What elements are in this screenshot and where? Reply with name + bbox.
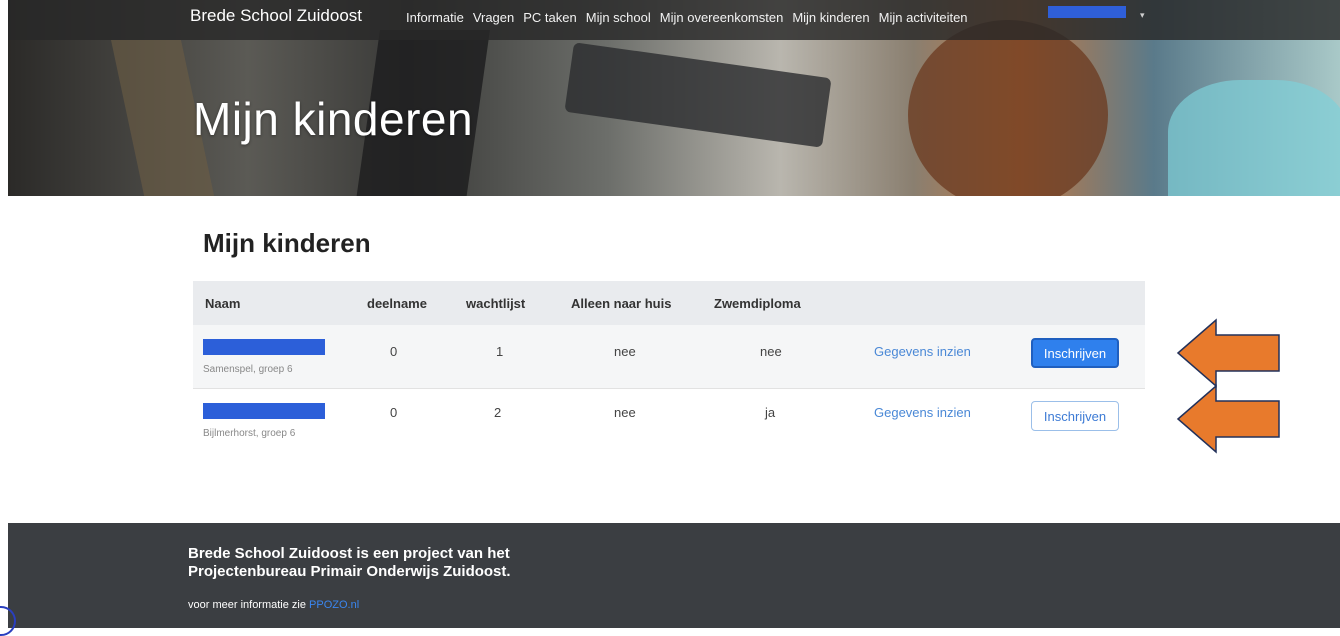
hero-image-shape xyxy=(1168,80,1340,196)
nav-pc-taken[interactable]: PC taken xyxy=(523,10,576,25)
cell-alleen-naar-huis: nee xyxy=(614,405,636,420)
child-group: Bijlmerhorst, groep 6 xyxy=(203,428,296,439)
cell-wachtlijst: 1 xyxy=(496,344,504,359)
cell-zwemdiploma: ja xyxy=(765,405,776,420)
column-header-wachtlijst: wachtlijst xyxy=(466,296,526,311)
column-header-naam: Naam xyxy=(205,296,241,311)
cell-deelname: 0 xyxy=(390,344,398,359)
nav-mijn-kinderen[interactable]: Mijn kinderen xyxy=(792,10,869,25)
arrow-left-icon xyxy=(1176,384,1280,454)
ppozo-link[interactable]: PPOZO.nl xyxy=(309,599,359,611)
enroll-button[interactable]: Inschrijven xyxy=(1031,338,1119,368)
child-name-redacted xyxy=(203,403,325,419)
nav-informatie[interactable]: Informatie xyxy=(406,10,464,25)
footer-info: voor meer informatie zie PPOZO.nl xyxy=(188,599,359,611)
top-navbar: Brede School Zuidoost Informatie Vragen … xyxy=(8,0,1340,40)
footer: Brede School Zuidoost is een project van… xyxy=(8,523,1340,628)
cell-zwemdiploma: nee xyxy=(760,344,782,359)
footer-line: Projectenbureau Primair Onderwijs Zuidoo… xyxy=(188,563,511,580)
cell-deelname: 0 xyxy=(390,405,398,420)
table-row: Bijlmerhorst, groep 6 0 2 nee ja Gegeven… xyxy=(193,389,1145,452)
column-header-zwemdiploma: Zwemdiploma xyxy=(714,296,801,311)
hero-title: Mijn kinderen xyxy=(193,93,474,145)
column-header-alleen-naar-huis: Alleen naar huis xyxy=(571,296,672,311)
arrow-left-icon xyxy=(1176,318,1280,388)
user-menu-redacted[interactable] xyxy=(1048,6,1126,18)
cell-alleen-naar-huis: nee xyxy=(614,344,636,359)
table-header: Naam deelname wachtlijst Alleen naar hui… xyxy=(193,281,1145,325)
nav-vragen[interactable]: Vragen xyxy=(473,10,514,25)
enroll-button[interactable]: Inschrijven xyxy=(1031,401,1119,431)
nav-links: Informatie Vragen PC taken Mijn school M… xyxy=(406,10,968,25)
children-table: Naam deelname wachtlijst Alleen naar hui… xyxy=(193,281,1145,452)
page-title: Mijn kinderen xyxy=(203,228,371,258)
view-details-link[interactable]: Gegevens inzien xyxy=(874,405,971,420)
footer-info-text: voor meer informatie zie xyxy=(188,599,310,611)
child-name-redacted xyxy=(203,339,325,355)
footer-line: Brede School Zuidoost is een project van… xyxy=(188,545,510,562)
view-details-link[interactable]: Gegevens inzien xyxy=(874,344,971,359)
footer-description: Brede School Zuidoost is een project van… xyxy=(188,545,511,581)
brand-link[interactable]: Brede School Zuidoost xyxy=(190,6,362,26)
nav-mijn-activiteiten[interactable]: Mijn activiteiten xyxy=(879,10,968,25)
cell-wachtlijst: 2 xyxy=(494,405,502,420)
hero-image-shape xyxy=(908,20,1108,196)
nav-mijn-school[interactable]: Mijn school xyxy=(586,10,651,25)
child-group: Samenspel, groep 6 xyxy=(203,364,293,375)
hero-image-shape xyxy=(564,42,832,148)
chevron-down-icon[interactable]: ▾ xyxy=(1140,10,1145,21)
column-header-deelname: deelname xyxy=(367,296,427,311)
table-row: Samenspel, groep 6 0 1 nee nee Gegevens … xyxy=(193,325,1145,389)
nav-mijn-overeenkomsten[interactable]: Mijn overeenkomsten xyxy=(660,10,784,25)
